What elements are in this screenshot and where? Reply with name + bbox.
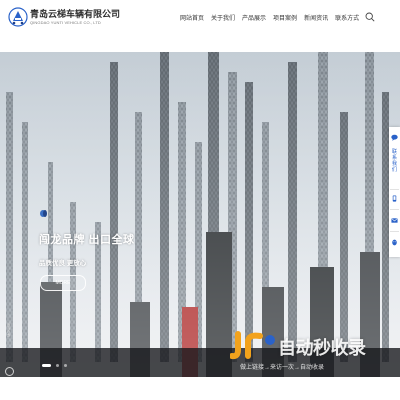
slider-dot-3[interactable] [64, 364, 67, 367]
email-icon[interactable] [391, 217, 398, 224]
brand-block: 青岛云梯车辆有限公司 QINGDAO YUNTI VEHICLE CO., LT… [30, 9, 120, 26]
divider [390, 189, 399, 190]
scroll-down-icon[interactable] [5, 367, 14, 376]
chat-icon[interactable] [391, 134, 398, 141]
hero-background-image [0, 52, 400, 377]
divider [390, 209, 399, 210]
nav-products[interactable]: 产品展示 [242, 13, 266, 22]
hero-banner: 闯龙品牌 出口全球 品质优良 更放心 MORE [0, 52, 400, 377]
company-name: 青岛云梯车辆有限公司 [30, 9, 121, 19]
company-name-en: QINGDAO YUNTI VEHICLE CO., LTD [30, 20, 101, 25]
nav-cases[interactable]: 项目案例 [273, 13, 297, 22]
page-bottom-strip [0, 377, 400, 400]
nav-about[interactable]: 关于我们 [211, 13, 235, 22]
slider-pagination [42, 364, 72, 367]
qq-icon[interactable] [391, 239, 398, 246]
slider-dot-1[interactable] [42, 364, 51, 367]
search-icon[interactable] [365, 12, 375, 22]
main-nav: 网站首页 关于我们 产品展示 项目案例 新闻资讯 联系方式 [180, 13, 366, 22]
nav-news[interactable]: 新闻资讯 [304, 13, 328, 22]
phone-icon[interactable] [391, 195, 398, 202]
watermark-slogan: 做上链接→来访一次→自动收录 [240, 365, 325, 371]
contact-us-label[interactable]: 联系我们 [391, 149, 398, 173]
hero-title: 闯龙品牌 出口全球 [39, 234, 135, 246]
hero-decor-icon [40, 210, 47, 217]
more-button[interactable]: MORE [40, 275, 86, 291]
watermark-brand: 自动秒收录 [278, 338, 366, 358]
site-header: 青岛云梯车辆有限公司 QINGDAO YUNTI VEHICLE CO., LT… [0, 0, 400, 50]
nav-home[interactable]: 网站首页 [180, 13, 204, 22]
floating-contact-bar: 联系我们 [389, 127, 400, 257]
watermark: 自动秒收录 做上链接→来访一次→自动收录 [230, 330, 380, 376]
slider-dot-2[interactable] [56, 364, 59, 367]
watermark-logo-icon [230, 331, 275, 360]
company-logo[interactable] [8, 7, 28, 27]
hero-subtitle: 品质优良 更放心 [39, 260, 87, 267]
divider [390, 231, 399, 232]
nav-contact[interactable]: 联系方式 [335, 13, 359, 22]
scroll-hint-label: MOUSE [6, 322, 11, 337]
